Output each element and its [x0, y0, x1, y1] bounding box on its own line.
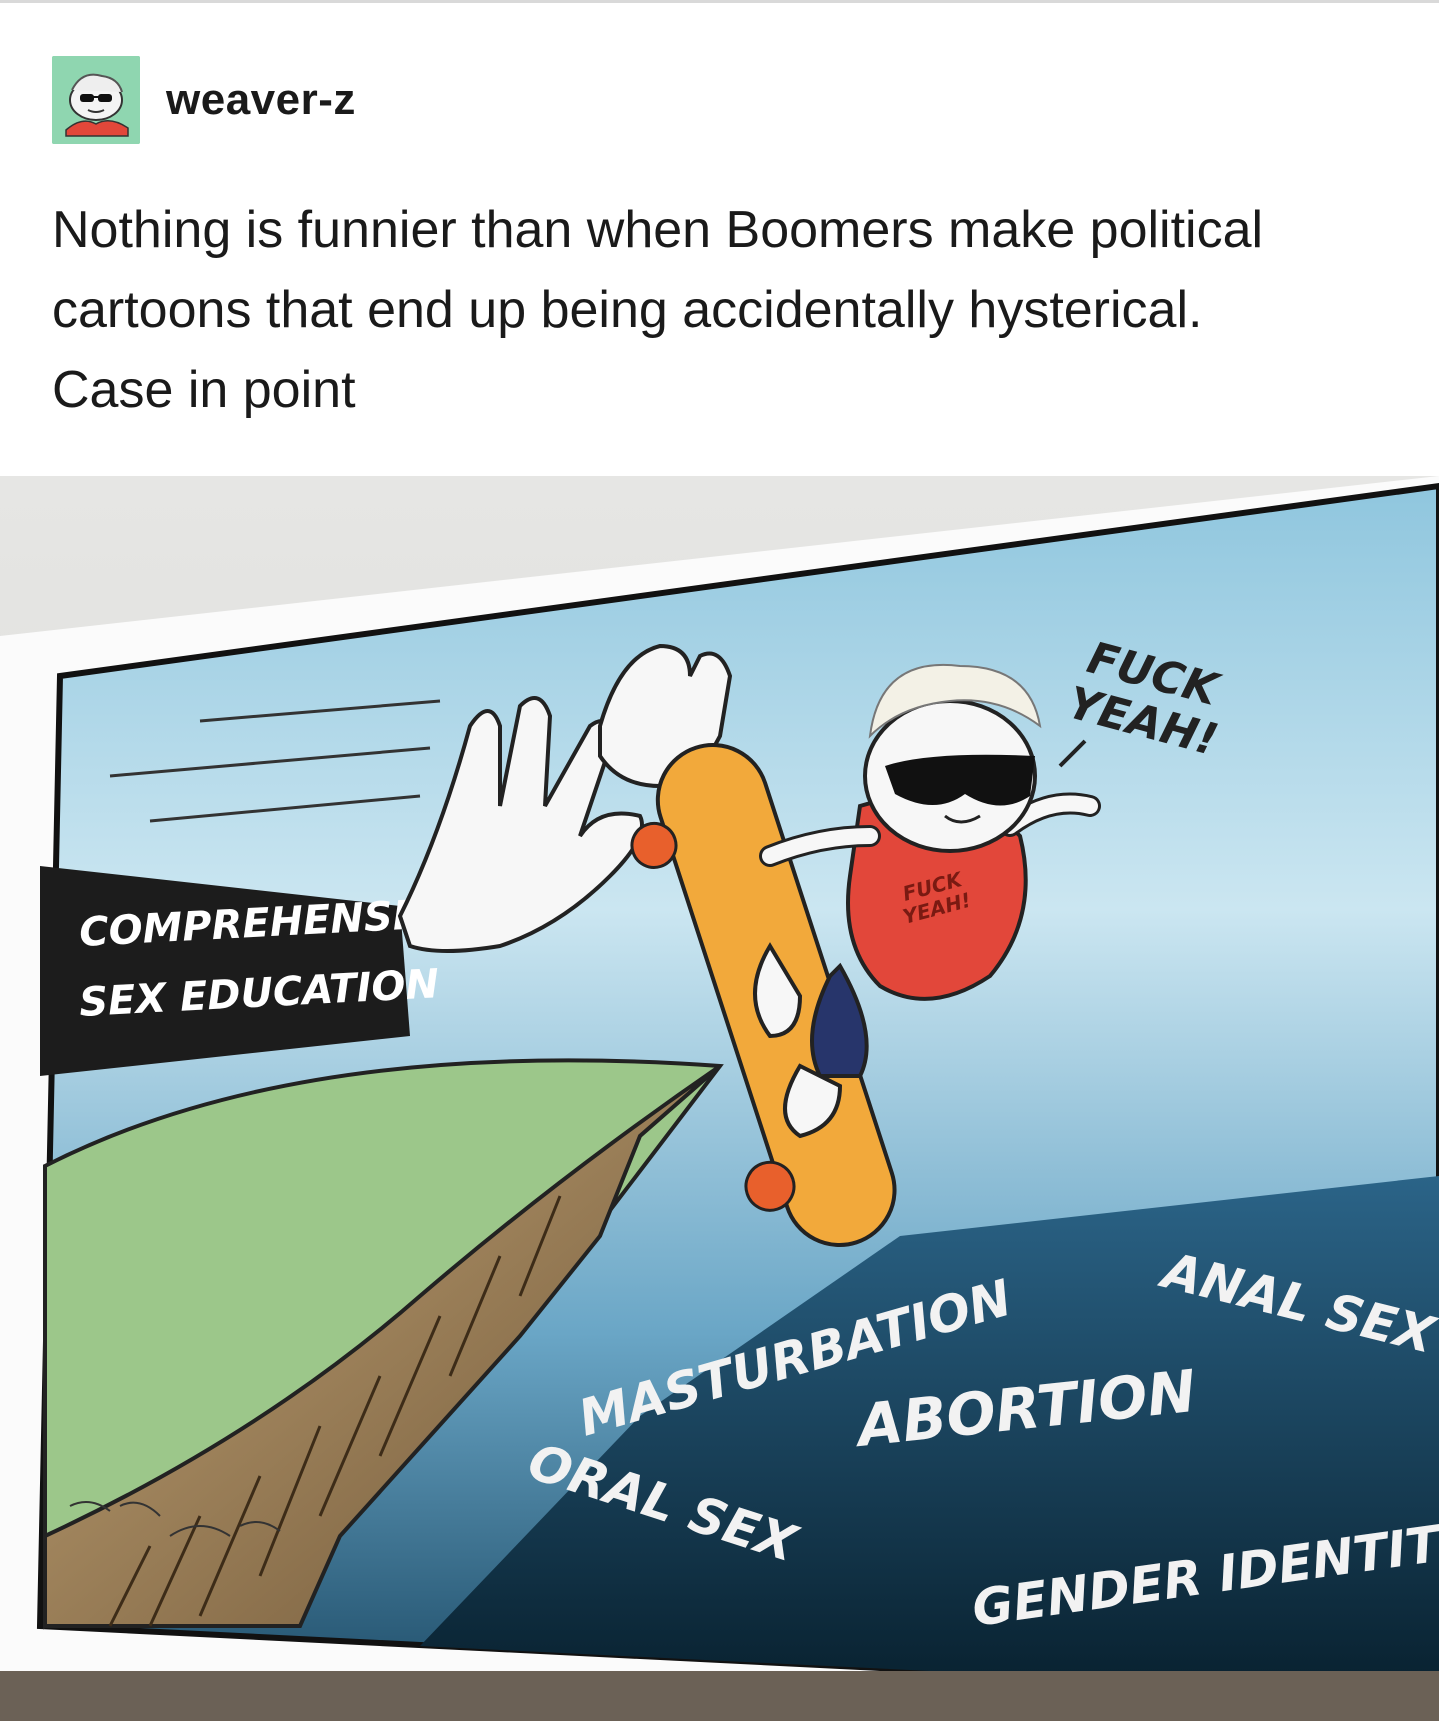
post-username[interactable]: weaver-z: [166, 75, 356, 125]
avatar[interactable]: [52, 56, 140, 144]
post-text-line: Nothing is funnier than when Boomers mak…: [52, 201, 1264, 259]
post-header: weaver-z: [52, 55, 356, 145]
post-text-line: cartoons that end up being accidentally …: [52, 281, 1203, 339]
avatar-sunglasses-skater-icon: [52, 56, 140, 144]
cartoon-photo: COMPREHENSIVE SEX EDUCATION FUCK YEAH! F…: [0, 476, 1439, 1721]
poster-bottom-edge: [0, 1671, 1439, 1721]
post-text-line: Case in point: [52, 361, 356, 419]
political-cartoon-image: COMPREHENSIVE SEX EDUCATION FUCK YEAH! F…: [0, 476, 1439, 1721]
top-divider: [0, 0, 1439, 3]
post-body: Nothing is funnier than when Boomers mak…: [52, 190, 1392, 430]
